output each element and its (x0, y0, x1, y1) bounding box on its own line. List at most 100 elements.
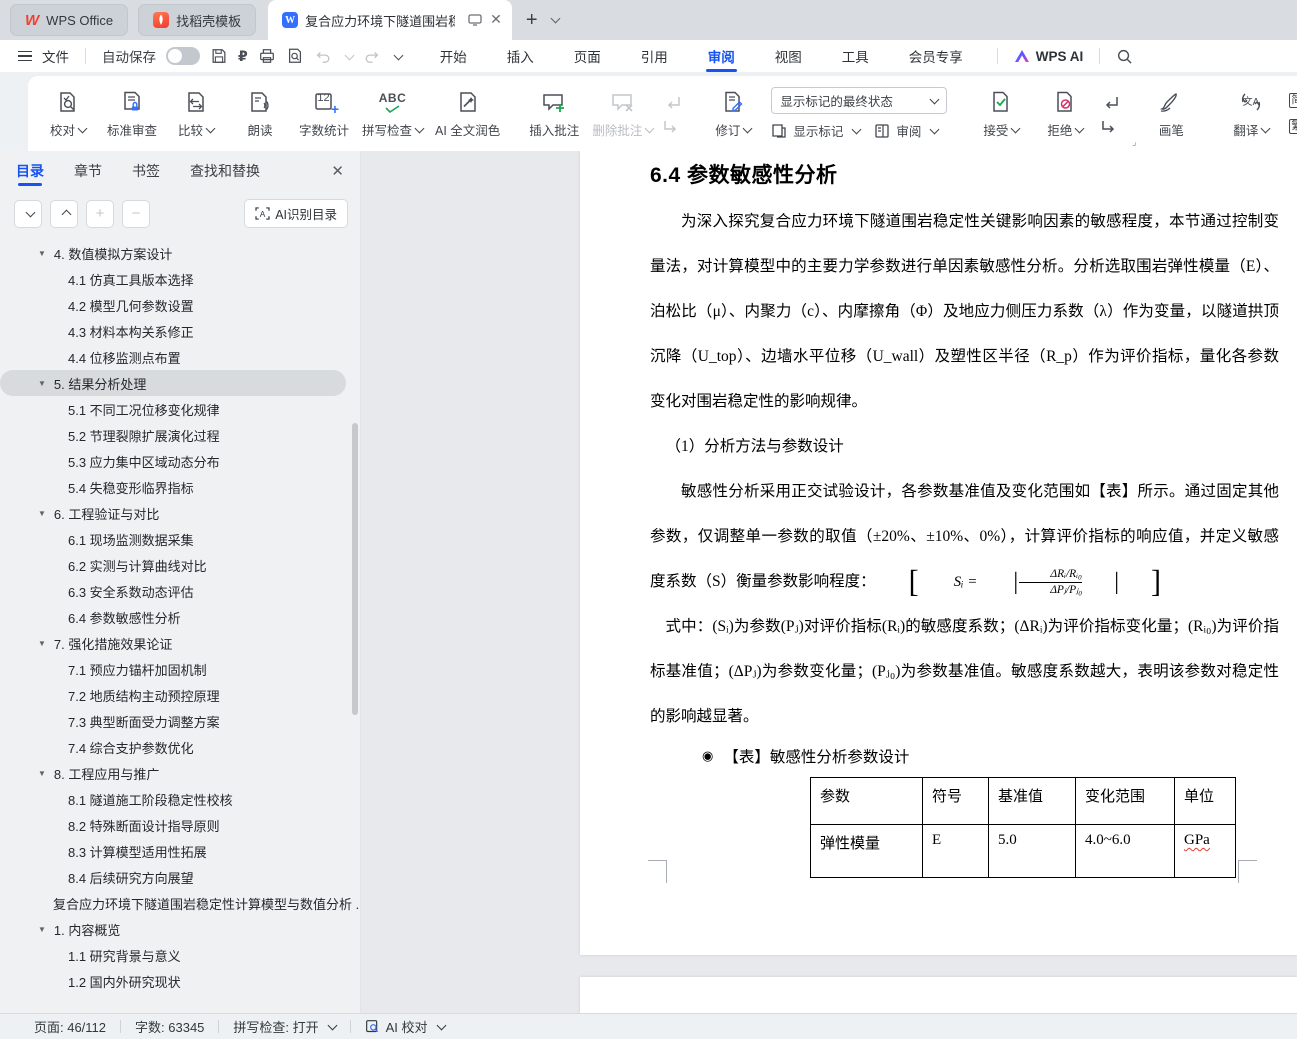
outline-item[interactable]: 8.1 隧道施工阶段稳定性校核 (0, 786, 360, 812)
caret-down-icon[interactable]: ▼ (38, 249, 46, 258)
autosave-toggle[interactable] (166, 47, 200, 65)
sidebar-tab-3[interactable]: 书签 (132, 151, 160, 191)
wps-ai-button[interactable]: WPS AI (1014, 49, 1083, 64)
close-tab-icon[interactable]: ✕ (490, 12, 502, 29)
document-page[interactable]: 6.4 参数敏感性分析 为深入探究复合应力环境下隧道围岩稳定性关键影响因素的敏感… (580, 151, 1297, 955)
outline-item[interactable]: 6.4 参数敏感性分析 (0, 604, 360, 630)
new-tab-button[interactable]: + (526, 10, 538, 30)
tab-list-chevron-icon[interactable] (548, 11, 561, 29)
ink-brush-button[interactable]: 画笔 (1139, 89, 1203, 139)
table-header-row: 参数 符号 基准值 变化范围 单位 (810, 777, 1236, 825)
outline-item[interactable]: 8.2 特殊断面设计指导原则 (0, 812, 360, 838)
menu-8[interactable]: 会员专享 (889, 40, 983, 72)
sidebar-tab-2[interactable]: 章节 (74, 151, 102, 191)
open-in-window-icon[interactable] (468, 14, 482, 26)
menu-6[interactable]: 视图 (755, 40, 822, 72)
print-icon[interactable] (258, 47, 276, 65)
ai-polish-button[interactable]: AI 全文润色 (429, 89, 506, 139)
outline-item[interactable]: ▼ 8. 工程应用与推广 (0, 760, 360, 786)
read-aloud-button[interactable]: 朗读 (228, 89, 292, 139)
outline-item[interactable]: 6.2 实测与计算曲线对比 (0, 552, 360, 578)
outline-list: ▼ 4. 数值模拟方案设计 4.1 仿真工具版本选择 4.2 模型几何参数设置 4.3 … (0, 234, 360, 994)
more-commands-chevron-icon[interactable] (391, 49, 404, 64)
outline-item[interactable]: 4.3 材料本构关系修正 (0, 318, 360, 344)
outline-item[interactable]: ▼ 5. 结果分析处理 (0, 370, 346, 396)
menu-3[interactable]: 页面 (554, 40, 621, 72)
tab-wps-home[interactable]: W WPS Office (10, 4, 129, 36)
sidebar-tab-4[interactable]: 查找和替换 (190, 151, 260, 191)
traditional-to-simplified-button[interactable]: 繁 转简 (1289, 117, 1297, 136)
menu-1[interactable]: 开始 (420, 40, 487, 72)
export-pdf-icon[interactable]: ₽ (238, 48, 248, 65)
proofread-button[interactable]: 校对 (36, 89, 100, 139)
compare-button[interactable]: 比较 (164, 89, 228, 139)
outline-item[interactable]: 6.3 安全系数动态评估 (0, 578, 360, 604)
collapse-all-button[interactable] (50, 199, 78, 228)
insert-comment-button[interactable]: 插入批注 (522, 89, 586, 139)
ai-proofread-button[interactable]: AI 校对 (365, 1017, 446, 1036)
caret-down-icon[interactable]: ▼ (38, 925, 46, 934)
word-count-indicator[interactable]: 字数: 63345 (135, 1017, 204, 1036)
outline-item-label: 5.3 应力集中区域动态分布 (68, 454, 220, 470)
markup-state-select[interactable]: 显示标记的最终状态 (771, 87, 948, 114)
simplified-to-traditional-button[interactable]: 简 转繁 (1289, 91, 1297, 110)
outline-item[interactable]: 7.2 地质结构主动预控原理 (0, 682, 360, 708)
expand-all-button[interactable] (14, 199, 42, 228)
track-changes-button[interactable]: 修订 (701, 89, 765, 139)
outline-item[interactable]: 复合应力环境下隧道围岩稳定性计算模型与数值分析 ... (0, 890, 360, 916)
outline-item[interactable]: 4.2 模型几何参数设置 (0, 292, 360, 318)
close-sidebar-icon[interactable]: ✕ (331, 162, 344, 180)
document-page-next[interactable] (580, 977, 1297, 1013)
word-count-button[interactable]: 12 + 字数统计 (292, 89, 356, 139)
save-icon[interactable] (210, 47, 228, 65)
menu-5[interactable]: 审阅 (688, 40, 755, 72)
ai-recognize-toc-button[interactable]: A AI识别目录 (244, 199, 348, 228)
outline-item[interactable]: 8.3 计算模型适用性拓展 (0, 838, 360, 864)
outline-item[interactable]: 6.1 现场监测数据采集 (0, 526, 360, 552)
spellcheck-status[interactable]: 拼写检查: 打开 (233, 1017, 338, 1036)
outline-item[interactable]: 4.1 仿真工具版本选择 (0, 266, 360, 292)
file-menu[interactable]: 文件 (42, 46, 69, 66)
outline-item[interactable]: ▼ 4. 数值模拟方案设计 (0, 240, 360, 266)
caret-down-icon[interactable]: ▼ (38, 379, 46, 388)
outline-item[interactable]: ▼ 7. 强化措施效果论证 (0, 630, 360, 656)
outline-item[interactable]: ▼ 6. 工程验证与对比 (0, 500, 360, 526)
outline-item[interactable]: 5.2 节理裂隙扩展演化过程 (0, 422, 360, 448)
outline-item[interactable]: 1.2 国内外研究现状 (0, 968, 360, 994)
reject-change-button[interactable]: 拒绝 (1033, 89, 1097, 139)
outline-item[interactable]: 7.3 典型断面受力调整方案 (0, 708, 360, 734)
translate-button[interactable]: 文A 翻译 (1219, 89, 1283, 139)
next-change-icon[interactable] (1101, 119, 1119, 133)
page-indicator[interactable]: 页面: 46/112 (34, 1017, 106, 1036)
caret-down-icon[interactable]: ▼ (38, 509, 46, 518)
search-icon[interactable] (1116, 48, 1133, 65)
print-preview-icon[interactable] (286, 47, 304, 65)
ribbon-expand-icon[interactable]: ⌟ (1132, 137, 1137, 148)
menu-2[interactable]: 插入 (487, 40, 554, 72)
outline-item[interactable]: 5.3 应力集中区域动态分布 (0, 448, 360, 474)
tab-document-active[interactable]: W 复合应力环境下隧道围岩稳定 ✕ (268, 0, 512, 40)
sidebar-tab-1[interactable]: 目录 (16, 151, 44, 191)
outline-item[interactable]: 4.4 位移监测点布置 (0, 344, 360, 370)
spell-check-button[interactable]: ABC 拼写检查 (356, 89, 429, 139)
outline-item[interactable]: 7.4 综合支护参数优化 (0, 734, 360, 760)
outline-item[interactable]: 7.1 预应力锚杆加固机制 (0, 656, 360, 682)
read-aloud-icon (248, 89, 272, 115)
menu-7[interactable]: 工具 (822, 40, 889, 72)
tab-docer[interactable]: 找稻壳模板 (138, 4, 257, 36)
outline-item[interactable]: 5.1 不同工况位移变化规律 (0, 396, 360, 422)
menu-4[interactable]: 引用 (621, 40, 688, 72)
hamburger-menu-icon[interactable] (18, 50, 32, 62)
accept-change-button[interactable]: 接受 (969, 89, 1033, 139)
outline-item[interactable]: 5.4 失稳变形临界指标 (0, 474, 360, 500)
caret-down-icon[interactable]: ▼ (38, 769, 46, 778)
outline-item[interactable]: ▼ 1. 内容概览 (0, 916, 360, 942)
show-markup-button[interactable]: 显示标记 (771, 121, 862, 140)
previous-change-icon[interactable] (1101, 95, 1119, 109)
outline-item[interactable]: 1.1 研究背景与意义 (0, 942, 360, 968)
caret-down-icon[interactable]: ▼ (38, 639, 46, 648)
outline-item[interactable]: 8.4 后续研究方向展望 (0, 864, 360, 890)
review-pane-button[interactable]: 审阅 (874, 121, 940, 140)
sidebar-scrollbar[interactable] (352, 423, 358, 715)
standard-review-button[interactable]: 标准审查 (100, 89, 164, 139)
